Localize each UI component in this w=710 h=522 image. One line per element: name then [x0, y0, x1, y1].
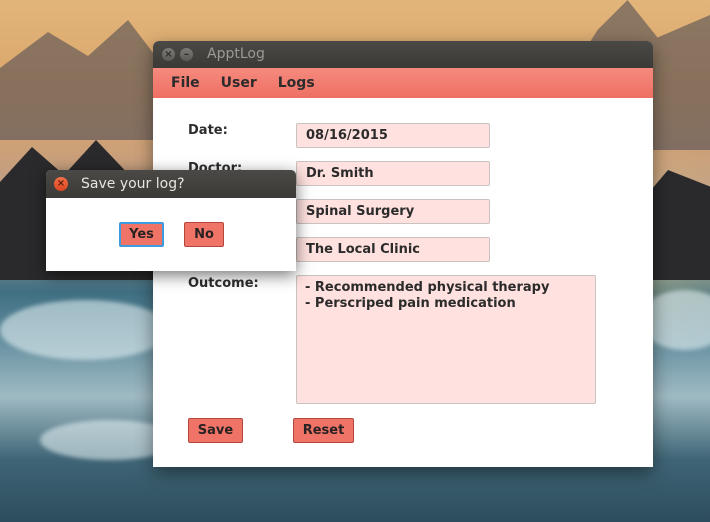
outcome-textarea[interactable]: - Recommended physical therapy - Perscri… — [296, 275, 596, 404]
outcome-label: Outcome: — [188, 276, 259, 291]
dialog-close-icon[interactable]: × — [54, 177, 68, 191]
window-titlebar[interactable]: × – ApptLog — [153, 41, 653, 68]
dialog-title: Save your log? — [81, 176, 185, 192]
outcome-line: - Perscriped pain medication — [305, 296, 516, 311]
menu-user[interactable]: User — [221, 75, 257, 91]
location-field[interactable]: The Local Clinic — [296, 237, 490, 262]
menu-file[interactable]: File — [171, 75, 200, 91]
window-close-icon[interactable]: × — [162, 48, 175, 61]
menu-bar: File User Logs — [153, 68, 653, 98]
window-title: ApptLog — [207, 46, 265, 62]
save-dialog: × Save your log? Yes No — [46, 170, 296, 271]
reset-button[interactable]: Reset — [293, 418, 354, 443]
background-wave — [0, 300, 170, 360]
yes-button[interactable]: Yes — [119, 222, 164, 247]
window-minimize-icon[interactable]: – — [180, 48, 193, 61]
no-button[interactable]: No — [184, 222, 224, 247]
date-field[interactable]: 08/16/2015 — [296, 123, 490, 148]
doctor-field[interactable]: Dr. Smith — [296, 161, 490, 186]
dialog-titlebar[interactable]: × Save your log? — [46, 170, 296, 198]
outcome-line: - Recommended physical therapy — [305, 280, 550, 295]
date-label: Date: — [188, 123, 228, 138]
save-button[interactable]: Save — [188, 418, 243, 443]
specialty-field[interactable]: Spinal Surgery — [296, 199, 490, 224]
background-mountain — [0, 20, 160, 140]
menu-logs[interactable]: Logs — [278, 75, 315, 91]
